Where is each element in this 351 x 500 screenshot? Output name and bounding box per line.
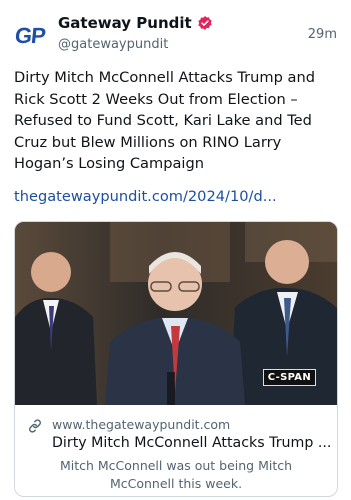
account-handle[interactable]: @gatewaypundit xyxy=(58,37,168,52)
account-name[interactable]: Gateway Pundit xyxy=(58,14,192,32)
link-title[interactable]: Dirty Mitch McConnell Attacks Trump ... xyxy=(52,435,332,451)
post-timestamp[interactable]: 29m xyxy=(308,27,337,42)
post-text: Dirty Mitch McConnell Attacks Trump and … xyxy=(14,69,315,172)
verified-badge-icon xyxy=(198,16,212,30)
link-preview-card[interactable]: C-SPAN www.thegatewaypundit.com Dirty Mi… xyxy=(14,221,338,497)
name-row: Gateway Pundit xyxy=(58,14,213,32)
link-icon xyxy=(29,419,41,433)
link-preview-image[interactable]: C-SPAN xyxy=(15,222,337,405)
link-preview-body[interactable]: www.thegatewaypundit.com Dirty Mitch McC… xyxy=(15,405,337,496)
link-domain: www.thegatewaypundit.com xyxy=(52,417,231,432)
avatar-logo-text: GP xyxy=(13,23,47,48)
post-link[interactable]: thegatewaypundit.com/2024/10/d... xyxy=(14,188,277,205)
post[interactable]: GP Gateway Pundit @gatewaypundit 29m Dir… xyxy=(0,0,351,500)
link-description: Mitch McConnell was out being Mitch McCo… xyxy=(59,458,293,491)
avatar[interactable]: GP xyxy=(10,16,50,56)
cspan-watermark: C-SPAN xyxy=(262,369,316,386)
